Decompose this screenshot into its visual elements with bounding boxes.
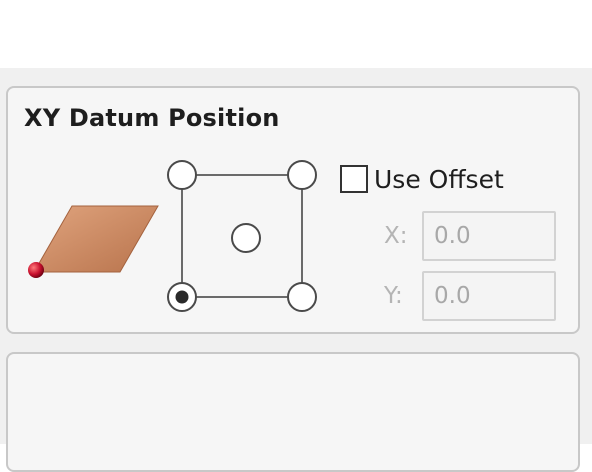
offset-y-input[interactable] — [422, 271, 556, 321]
datum-top-right-radio[interactable] — [287, 160, 317, 190]
datum-position-selector — [167, 160, 317, 312]
next-groupbox — [6, 352, 580, 472]
offset-y-label: Y: — [384, 283, 403, 309]
use-offset-checkbox[interactable] — [340, 165, 368, 193]
datum-bottom-left-radio-dot — [175, 290, 189, 304]
offset-x-row: X: — [384, 211, 556, 261]
origin-marker-icon — [28, 262, 44, 278]
datum-center-radio[interactable] — [231, 223, 261, 253]
offset-y-row: Y: — [384, 271, 556, 321]
use-offset-label[interactable]: Use Offset — [374, 165, 504, 194]
use-offset-row[interactable]: Use Offset — [340, 162, 504, 196]
xy-datum-title: XY Datum Position — [24, 104, 280, 132]
datum-top-left-radio[interactable] — [167, 160, 197, 190]
datum-bottom-right-radio[interactable] — [287, 282, 317, 312]
material-plate-icon — [28, 205, 159, 278]
offset-x-label: X: — [384, 223, 408, 249]
offset-x-input[interactable] — [422, 211, 556, 261]
